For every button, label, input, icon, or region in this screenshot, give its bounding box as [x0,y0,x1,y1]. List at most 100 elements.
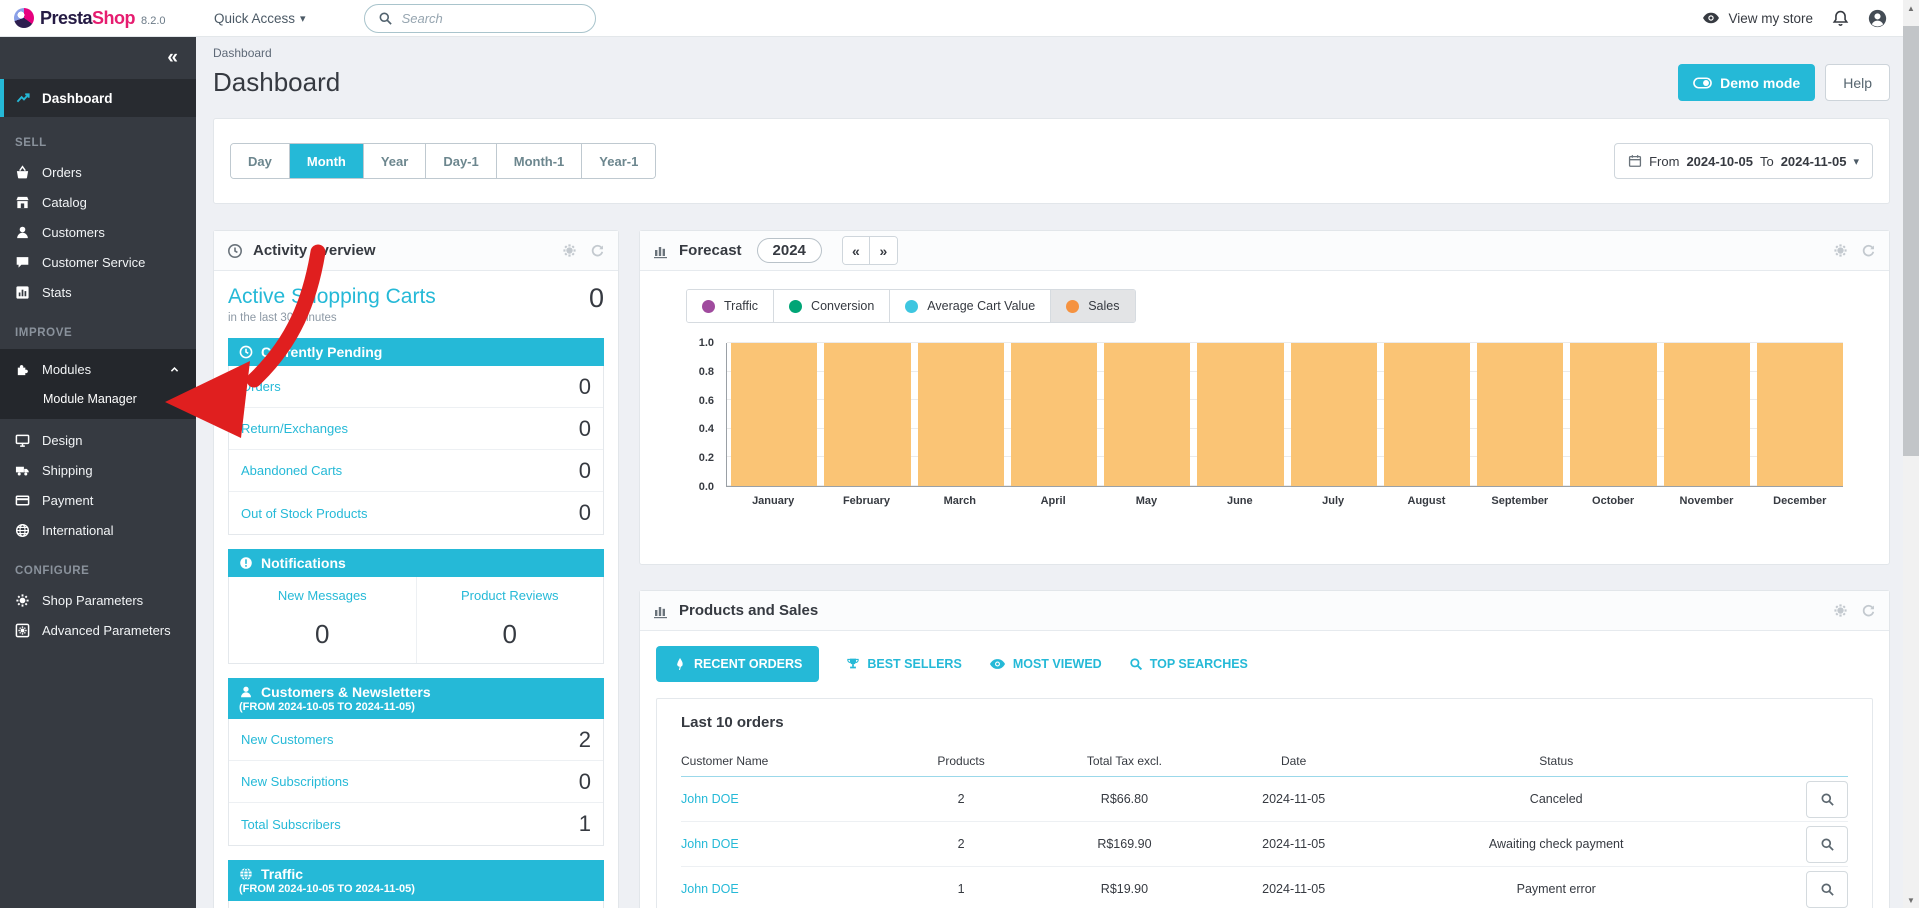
settings-gear-icon[interactable] [562,243,577,258]
sidebar-item-modules[interactable]: Modules [0,354,196,384]
sidebar-collapse-button[interactable]: « [0,37,196,79]
sidebar-section-configure: CONFIGURE [0,545,196,585]
return-exchanges-value: 0 [579,416,591,442]
sidebar-item-stats[interactable]: Stats [0,277,196,307]
notifications-bell-icon[interactable] [1832,10,1849,27]
sidebar-item-shop-parameters[interactable]: Shop Parameters [0,585,196,615]
date-range-picker[interactable]: From 2024-10-05 To 2024-11-05 ▾ [1614,143,1873,179]
x-axis-label: May [1103,495,1189,507]
sidebar-item-module-manager[interactable]: Module Manager [0,384,196,414]
tab-most-viewed[interactable]: MOST VIEWED [989,657,1102,671]
customers-list: New Customers 2 New Subscriptions 0 Tota… [228,719,604,846]
new-customers-link[interactable]: New Customers [241,732,333,747]
quick-access-dropdown[interactable]: Quick Access ▾ [214,11,306,26]
legend-conversion-button[interactable]: Conversion [774,290,890,322]
help-button[interactable]: Help [1825,64,1890,101]
total-subscribers-value: 1 [579,811,591,837]
globe-icon [15,523,30,538]
sidebar: « Dashboard SELL Orders Catalog Customer… [0,37,196,908]
new-messages-link[interactable]: New Messages [229,588,416,603]
forecast-bar [1104,343,1190,486]
legend-label: Sales [1088,299,1119,313]
scrollbar[interactable]: ▲ ▼ [1903,0,1919,908]
order-status: Canceled [1381,792,1731,806]
list-item: Abandoned Carts 0 [229,450,603,492]
sidebar-item-payment[interactable]: Payment [0,485,196,515]
col-products: Products [879,754,1042,768]
new-subscriptions-link[interactable]: New Subscriptions [241,774,349,789]
gear-square-icon [15,623,30,638]
out-of-stock-link[interactable]: Out of Stock Products [241,506,367,521]
legend-average-cart-value-button[interactable]: Average Cart Value [890,290,1051,322]
notifications-box: New Messages 0 Product Reviews 0 [228,577,604,664]
view-order-button[interactable] [1806,871,1848,908]
sidebar-item-shipping[interactable]: Shipping [0,455,196,485]
tab-top-searches[interactable]: TOP SEARCHES [1129,657,1248,671]
view-order-button[interactable] [1806,781,1848,818]
order-customer-link[interactable]: John DOE [681,792,879,806]
traffic-banner: Traffic (FROM 2024-10-05 TO 2024-11-05) [228,860,604,901]
settings-gear-icon[interactable] [1833,243,1848,258]
range-year-button[interactable]: Year [364,144,426,178]
legend-traffic-button[interactable]: Traffic [687,290,774,322]
refresh-icon[interactable] [590,243,605,258]
refresh-icon[interactable] [1861,243,1876,258]
sidebar-item-dashboard[interactable]: Dashboard [0,79,196,117]
sidebar-item-design[interactable]: Design [0,425,196,455]
scroll-up-arrow[interactable]: ▲ [1903,0,1919,16]
view-order-button[interactable] [1806,826,1848,863]
scroll-down-arrow[interactable]: ▼ [1903,892,1919,908]
view-my-store-link[interactable]: View my store [1702,11,1813,26]
sidebar-item-label: Modules [42,362,91,377]
sidebar-item-customer-service[interactable]: Customer Service [0,247,196,277]
credit-card-icon [15,493,30,508]
date-from-value: 2024-10-05 [1686,154,1753,169]
range-day-1-button[interactable]: Day-1 [426,144,496,178]
sidebar-item-advanced-parameters[interactable]: Advanced Parameters [0,615,196,645]
new-customers-value: 2 [579,727,591,753]
settings-gear-icon[interactable] [1833,603,1848,618]
forecast-yaxis: 0.00.20.40.60.81.0 [660,343,726,487]
search-bar[interactable] [364,4,596,33]
sidebar-item-international[interactable]: International [0,515,196,545]
clock-icon [239,345,253,359]
range-year-1-button[interactable]: Year-1 [582,144,655,178]
tab-best-sellers[interactable]: BEST SELLERS [846,657,961,671]
refresh-icon[interactable] [1861,603,1876,618]
products-and-sales-title: Products and Sales [679,602,818,619]
range-month-1-button[interactable]: Month-1 [497,144,583,178]
last-orders-box: Last 10 orders Customer Name Products To… [656,698,1873,908]
order-customer-link[interactable]: John DOE [681,882,879,896]
prestashop-logo[interactable]: PrestaShop 8.2.0 [0,8,196,29]
col-total-tax: Total Tax excl. [1043,754,1206,768]
range-month-button[interactable]: Month [290,144,364,178]
return-exchanges-link[interactable]: Return/Exchanges [241,421,348,436]
forecast-xlabels: JanuaryFebruaryMarchAprilMayJuneJulyAugu… [726,495,1843,507]
magnifier-icon [1820,882,1835,897]
abandoned-carts-link[interactable]: Abandoned Carts [241,463,342,478]
pending-orders-link[interactable]: Orders [241,379,281,394]
forecast-bar [1291,343,1377,486]
view-my-store-label: View my store [1728,11,1813,26]
legend-sales-button[interactable]: Sales [1051,290,1134,322]
range-day-button[interactable]: Day [231,144,290,178]
chevron-up-icon[interactable] [169,364,196,375]
sidebar-item-orders[interactable]: Orders [0,157,196,187]
sidebar-item-catalog[interactable]: Catalog [0,187,196,217]
currently-pending-banner: Currently Pending [228,338,604,366]
total-subscribers-link[interactable]: Total Subscribers [241,817,341,832]
forecast-next-button[interactable]: » [870,237,897,264]
sidebar-item-customers[interactable]: Customers [0,217,196,247]
active-shopping-carts-link[interactable]: Active Shopping Carts [228,285,436,309]
search-input[interactable] [402,11,582,26]
tab-label: TOP SEARCHES [1150,657,1248,671]
forecast-prev-button[interactable]: « [843,237,870,264]
demo-mode-button[interactable]: Demo mode [1678,64,1815,101]
order-customer-link[interactable]: John DOE [681,837,879,851]
toggle-icon [1693,77,1712,89]
product-reviews-link[interactable]: Product Reviews [417,588,604,603]
scrollbar-thumb[interactable] [1903,26,1919,456]
account-avatar-icon[interactable] [1868,9,1887,28]
tab-recent-orders[interactable]: RECENT ORDERS [656,646,819,682]
eye-icon [1702,12,1720,24]
